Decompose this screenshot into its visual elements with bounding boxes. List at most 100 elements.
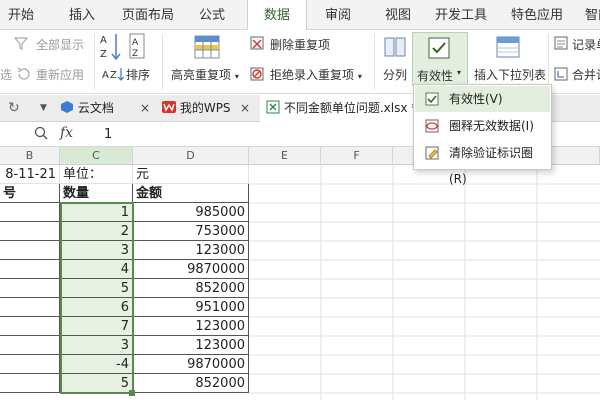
record-form-button[interactable]: 记录单	[572, 36, 600, 53]
refresh-icon[interactable]: ↻	[8, 95, 20, 122]
highlight-duplicates-icon	[194, 34, 220, 63]
insert-dropdown-list-button[interactable]: 插入下拉列表	[474, 66, 546, 83]
b-cell[interactable]	[0, 203, 60, 222]
qty-cell[interactable]: 5	[60, 279, 133, 298]
menu-bar: 开始 插入 页面布局 公式 数据 审阅 视图 开发工具 特色应用 智能	[0, 0, 600, 31]
header-cell-qty[interactable]: 数量	[60, 184, 133, 203]
tab-special[interactable]: 特色应用	[506, 0, 568, 30]
tab-insert[interactable]: 插入	[62, 0, 102, 30]
column-header-d[interactable]: D	[133, 147, 249, 165]
b-cell[interactable]	[0, 241, 60, 260]
menu-item-validity[interactable]: 有效性(V)	[415, 86, 550, 112]
separator	[94, 34, 95, 90]
doc-tab-active[interactable]: 不同金额单位问题.xlsx *	[260, 95, 418, 122]
close-tab-icon[interactable]: ×	[140, 95, 150, 122]
separator	[162, 34, 163, 90]
doc-tab-cloud[interactable]: 云文档	[60, 95, 114, 122]
header-cell-amount[interactable]: 金额	[133, 184, 249, 203]
formula-input[interactable]: 1	[104, 127, 112, 142]
tab-data[interactable]: 数据	[247, 0, 307, 31]
column-header-b[interactable]: B	[0, 147, 60, 165]
amount-cell[interactable]: 123000	[133, 317, 249, 336]
svg-text:A: A	[132, 38, 139, 48]
qty-cell[interactable]: 1	[60, 203, 133, 222]
tab-home[interactable]: 开始	[0, 0, 42, 30]
svg-text:Z: Z	[100, 49, 107, 60]
split-button[interactable]: 分列	[383, 66, 407, 83]
reject-duplicates-label: 拒绝录入重复项	[270, 68, 355, 82]
qty-cell[interactable]: 6	[60, 298, 133, 317]
b-cell[interactable]	[0, 317, 60, 336]
separator	[374, 34, 375, 90]
svg-text:A: A	[102, 70, 109, 81]
doc-tab-label: 不同金额单位问题.xlsx *	[283, 101, 418, 115]
reapply-button[interactable]: 重新应用	[36, 66, 84, 83]
qty-cell[interactable]: 4	[60, 260, 133, 279]
b-cell[interactable]	[0, 279, 60, 298]
column-header-c[interactable]: C	[60, 147, 133, 165]
b-cell[interactable]	[0, 260, 60, 279]
qty-cell[interactable]: 2	[60, 222, 133, 241]
insert-dropdown-list-icon	[496, 36, 520, 61]
amount-cell[interactable]: 951000	[133, 298, 249, 317]
b-cell[interactable]	[0, 222, 60, 241]
record-form-icon	[554, 36, 568, 53]
amount-cell[interactable]: 9870000	[133, 355, 249, 374]
chevron-down-icon: ▾	[357, 72, 362, 81]
tab-view[interactable]: 视图	[378, 0, 418, 30]
menu-item-label: 有效性(V)	[449, 92, 503, 106]
validity-button[interactable]: 有效性 ▾	[412, 32, 468, 86]
menu-item-clear-circles[interactable]: 清除验证标识圈(R)	[415, 140, 550, 186]
menu-item-label: 圈释无效数据(I)	[449, 119, 534, 133]
fx-button[interactable]: fx	[60, 125, 73, 141]
amount-cell[interactable]: 123000	[133, 241, 249, 260]
tab-formula[interactable]: 公式	[192, 0, 232, 30]
date-cell[interactable]: 8-11-21	[0, 165, 60, 184]
tab-page-layout[interactable]: 页面布局	[118, 0, 178, 30]
amount-cell[interactable]: 852000	[133, 374, 249, 393]
sort-button[interactable]: 排序	[126, 66, 150, 83]
qty-cell[interactable]: 7	[60, 317, 133, 336]
qty-cell[interactable]: 5	[60, 374, 133, 393]
header-cell-b[interactable]: 号	[0, 184, 60, 203]
delete-duplicates-button[interactable]: 删除重复项	[270, 36, 330, 53]
amount-cell[interactable]: 985000	[133, 203, 249, 222]
chevron-down-icon: ▾	[457, 68, 462, 77]
unit-value-cell[interactable]: 元	[133, 165, 249, 184]
merge-calc-button[interactable]: 合并计	[572, 66, 600, 83]
spreadsheet-file-icon	[266, 100, 280, 114]
b-cell[interactable]	[0, 298, 60, 317]
doc-tab-label: 我的WPS	[179, 101, 231, 115]
doc-tab-mywps[interactable]: 我的WPS	[162, 95, 231, 122]
qty-cell[interactable]: -4	[60, 355, 133, 374]
tab-list-dropdown-icon[interactable]: ▼	[40, 95, 47, 122]
fill-handle[interactable]	[129, 390, 135, 396]
unit-label-cell[interactable]: 单位：	[60, 165, 133, 184]
svg-text:A: A	[100, 35, 107, 46]
menu-item-label: 清除验证标识圈(R)	[449, 146, 534, 186]
tab-review[interactable]: 审阅	[318, 0, 358, 30]
zoom-lookup-icon[interactable]	[34, 126, 48, 143]
close-tab-icon[interactable]: ×	[240, 95, 250, 122]
tab-smart[interactable]: 智能	[578, 0, 600, 30]
reapply-icon	[17, 67, 31, 84]
b-cell[interactable]	[0, 336, 60, 355]
reject-duplicates-button[interactable]: 拒绝录入重复项 ▾	[270, 66, 362, 83]
show-all-button[interactable]: 全部显示	[36, 36, 84, 53]
highlight-duplicates-button[interactable]: 高亮重复项 ▾	[171, 66, 239, 83]
b-cell[interactable]	[0, 355, 60, 374]
tab-developer[interactable]: 开发工具	[430, 0, 492, 30]
menu-item-circle-invalid[interactable]: 圈释无效数据(I)	[415, 113, 550, 139]
column-header-f[interactable]: F	[321, 147, 393, 165]
qty-cell[interactable]: 3	[60, 241, 133, 260]
amount-cell[interactable]: 852000	[133, 279, 249, 298]
amount-cell[interactable]: 9870000	[133, 260, 249, 279]
b-cell[interactable]	[0, 374, 60, 393]
qty-cell[interactable]: 3	[60, 336, 133, 355]
amount-cell[interactable]: 123000	[133, 336, 249, 355]
filter-label[interactable]: 选	[0, 66, 12, 83]
column-header-e[interactable]: E	[249, 147, 321, 165]
cloud-doc-icon	[61, 101, 73, 113]
amount-cell[interactable]: 753000	[133, 222, 249, 241]
merge-calc-icon	[554, 67, 568, 84]
